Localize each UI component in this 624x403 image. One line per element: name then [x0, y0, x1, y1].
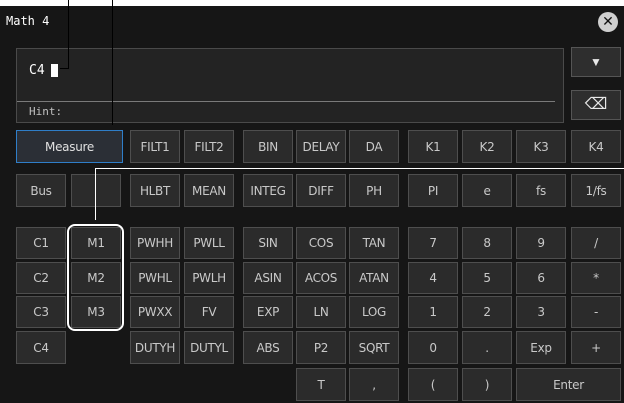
key-p2[interactable]: P2 — [296, 331, 346, 364]
key-comma[interactable]: , — [349, 368, 399, 401]
dropdown-button[interactable]: ▼ — [571, 47, 621, 77]
key-decimal[interactable]: . — [462, 331, 512, 364]
backspace-icon: ⌫ — [584, 96, 608, 113]
key-log[interactable]: LOG — [349, 296, 399, 328]
key-9[interactable]: 9 — [516, 227, 566, 259]
key-6[interactable]: 6 — [516, 262, 566, 294]
key-e[interactable]: e — [462, 174, 512, 207]
key-delay[interactable]: DELAY — [296, 130, 346, 163]
key-cos[interactable]: COS — [296, 227, 346, 259]
key-hlbt[interactable]: HLBT — [130, 174, 180, 207]
key-8[interactable]: 8 — [462, 227, 512, 259]
key-close-paren[interactable]: ) — [462, 368, 512, 401]
key-da[interactable]: DA — [349, 130, 399, 163]
close-icon[interactable]: ✕ — [598, 12, 618, 32]
key-tan[interactable]: TAN — [349, 227, 399, 259]
key-blank-r2[interactable] — [71, 174, 121, 207]
key-minus[interactable]: - — [571, 296, 621, 328]
key-4[interactable]: 4 — [408, 262, 458, 294]
key-integ[interactable]: INTEG — [243, 174, 293, 207]
key-pwxx[interactable]: PWXX — [130, 296, 180, 328]
key-c2[interactable]: C2 — [16, 262, 66, 294]
callout-line-measure — [112, 0, 113, 125]
m-keys-highlight — [67, 224, 124, 331]
key-pwll[interactable]: PWLL — [184, 227, 234, 259]
key-k3[interactable]: K3 — [516, 130, 566, 163]
key-dutyl[interactable]: DUTYL — [184, 331, 234, 364]
key-plus[interactable]: + — [571, 331, 621, 364]
chevron-down-icon: ▼ — [590, 55, 602, 69]
key-ph[interactable]: PH — [349, 174, 399, 207]
key-k2[interactable]: K2 — [462, 130, 512, 163]
expression-text: C4 — [29, 63, 45, 78]
key-7[interactable]: 7 — [408, 227, 458, 259]
key-mean[interactable]: MEAN — [184, 174, 234, 207]
text-cursor — [51, 64, 58, 77]
key-diff[interactable]: DIFF — [296, 174, 346, 207]
key-k4[interactable]: K4 — [571, 130, 621, 163]
key-bus[interactable]: Bus — [16, 174, 66, 207]
key-c3[interactable]: C3 — [16, 296, 66, 328]
callout-line-m-group — [95, 168, 624, 169]
key-blank-r6 — [71, 331, 121, 364]
key-filt1[interactable]: FILT1 — [130, 130, 180, 163]
key-sin[interactable]: SIN — [243, 227, 293, 259]
key-dutyh[interactable]: DUTYH — [130, 331, 180, 364]
key-abs[interactable]: ABS — [243, 331, 293, 364]
key-fs[interactable]: fs — [516, 174, 566, 207]
key-exp-func[interactable]: EXP — [243, 296, 293, 328]
key-bin[interactable]: BIN — [243, 130, 293, 163]
hint-divider — [17, 101, 555, 102]
math-keyboard-dialog: Math 4 ✕ C4 Hint: ▼ ⌫ Measure FILT1 FILT… — [0, 6, 624, 403]
key-fv[interactable]: FV — [184, 296, 234, 328]
key-0[interactable]: 0 — [408, 331, 458, 364]
key-ln[interactable]: LN — [296, 296, 346, 328]
hint-label: Hint: — [29, 105, 63, 118]
key-2[interactable]: 2 — [462, 296, 512, 328]
key-pwhl[interactable]: PWHL — [130, 262, 180, 294]
key-5[interactable]: 5 — [462, 262, 512, 294]
key-1[interactable]: 1 — [408, 296, 458, 328]
key-acos[interactable]: ACOS — [296, 262, 346, 294]
key-pwhh[interactable]: PWHH — [130, 227, 180, 259]
key-multiply[interactable]: * — [571, 262, 621, 294]
key-open-paren[interactable]: ( — [408, 368, 458, 401]
key-filt2[interactable]: FILT2 — [184, 130, 234, 163]
key-asin[interactable]: ASIN — [243, 262, 293, 294]
backspace-button[interactable]: ⌫ — [571, 90, 621, 120]
dialog-title: Math 4 — [6, 14, 50, 28]
key-divide[interactable]: / — [571, 227, 621, 259]
key-measure[interactable]: Measure — [16, 130, 123, 163]
key-exp[interactable]: Exp — [516, 331, 566, 364]
key-pwlh[interactable]: PWLH — [184, 262, 234, 294]
key-c4[interactable]: C4 — [16, 331, 66, 364]
key-enter[interactable]: Enter — [516, 368, 621, 401]
callout-tick-cursor — [60, 68, 69, 69]
callout-line-cursor — [68, 0, 69, 69]
key-atan[interactable]: ATAN — [349, 262, 399, 294]
expression-field[interactable]: C4 Hint: — [16, 48, 564, 123]
key-t[interactable]: T — [296, 368, 346, 401]
key-pi[interactable]: PI — [408, 174, 458, 207]
callout-drop-m-group — [95, 168, 96, 220]
key-3[interactable]: 3 — [516, 296, 566, 328]
key-k1[interactable]: K1 — [408, 130, 458, 163]
key-sqrt[interactable]: SQRT — [349, 331, 399, 364]
key-c1[interactable]: C1 — [16, 227, 66, 259]
key-1-over-fs[interactable]: 1/fs — [571, 174, 621, 207]
